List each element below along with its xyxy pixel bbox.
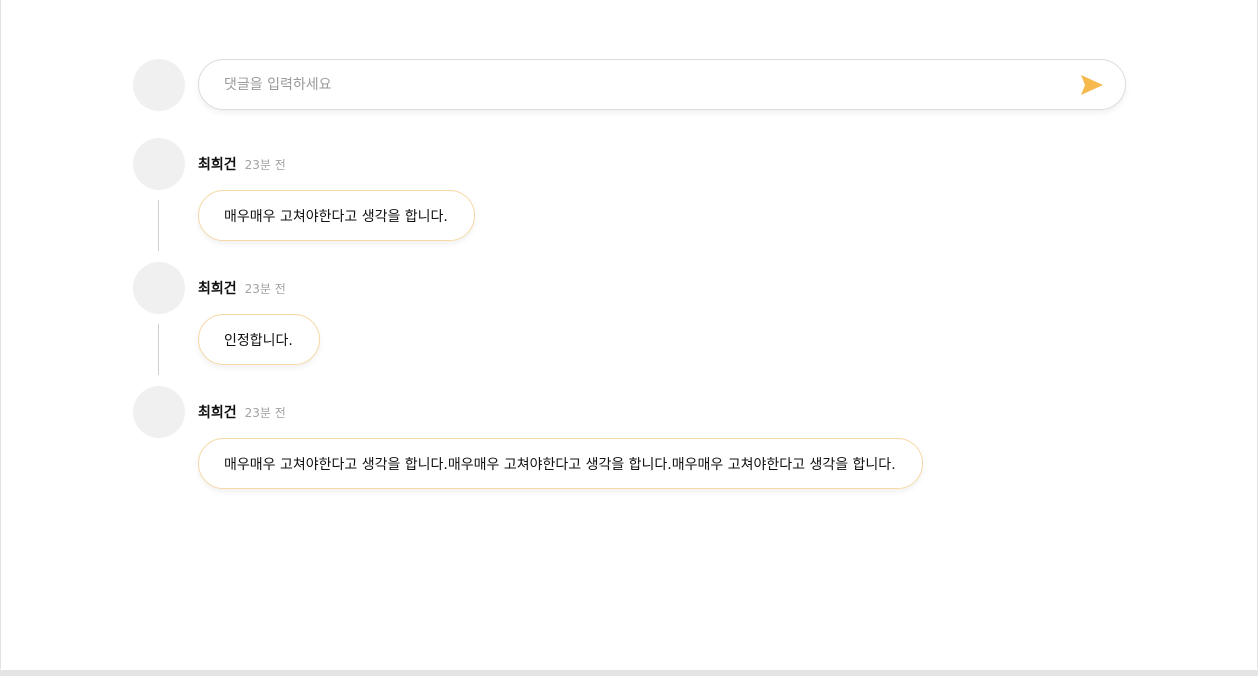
comments-panel: 최희건 23분 전 매우매우 고쳐야한다고 생각을 합니다. 최희건 23분 전… <box>0 0 1258 669</box>
comment-time: 23분 전 <box>244 282 286 296</box>
thread-line <box>158 200 159 251</box>
comment-time: 23분 전 <box>244 158 286 172</box>
comment-author: 최희건 <box>198 281 237 297</box>
comment-avatar <box>133 138 185 190</box>
thread-line <box>158 324 159 375</box>
send-icon <box>1081 75 1103 95</box>
bottom-bar <box>0 670 1258 676</box>
comment-avatar <box>133 386 185 438</box>
comment-input[interactable] <box>224 72 1064 98</box>
current-user-avatar <box>133 59 185 111</box>
comment-author: 최희건 <box>198 157 237 173</box>
comment-bubble: 매우매우 고쳐야한다고 생각을 합니다. <box>198 190 475 241</box>
comment-time: 23분 전 <box>244 406 286 420</box>
comment-avatar <box>133 262 185 314</box>
send-button[interactable] <box>1079 73 1105 97</box>
comment-input-box <box>198 59 1126 110</box>
comment-header: 최희건 23분 전 <box>198 278 286 298</box>
comment-header: 최희건 23분 전 <box>198 154 286 174</box>
comment-header: 최희건 23분 전 <box>198 402 286 422</box>
comment-bubble: 매우매우 고쳐야한다고 생각을 합니다.매우매우 고쳐야한다고 생각을 합니다.… <box>198 438 923 489</box>
comment-bubble: 인정합니다. <box>198 314 320 365</box>
comment-author: 최희건 <box>198 405 237 421</box>
